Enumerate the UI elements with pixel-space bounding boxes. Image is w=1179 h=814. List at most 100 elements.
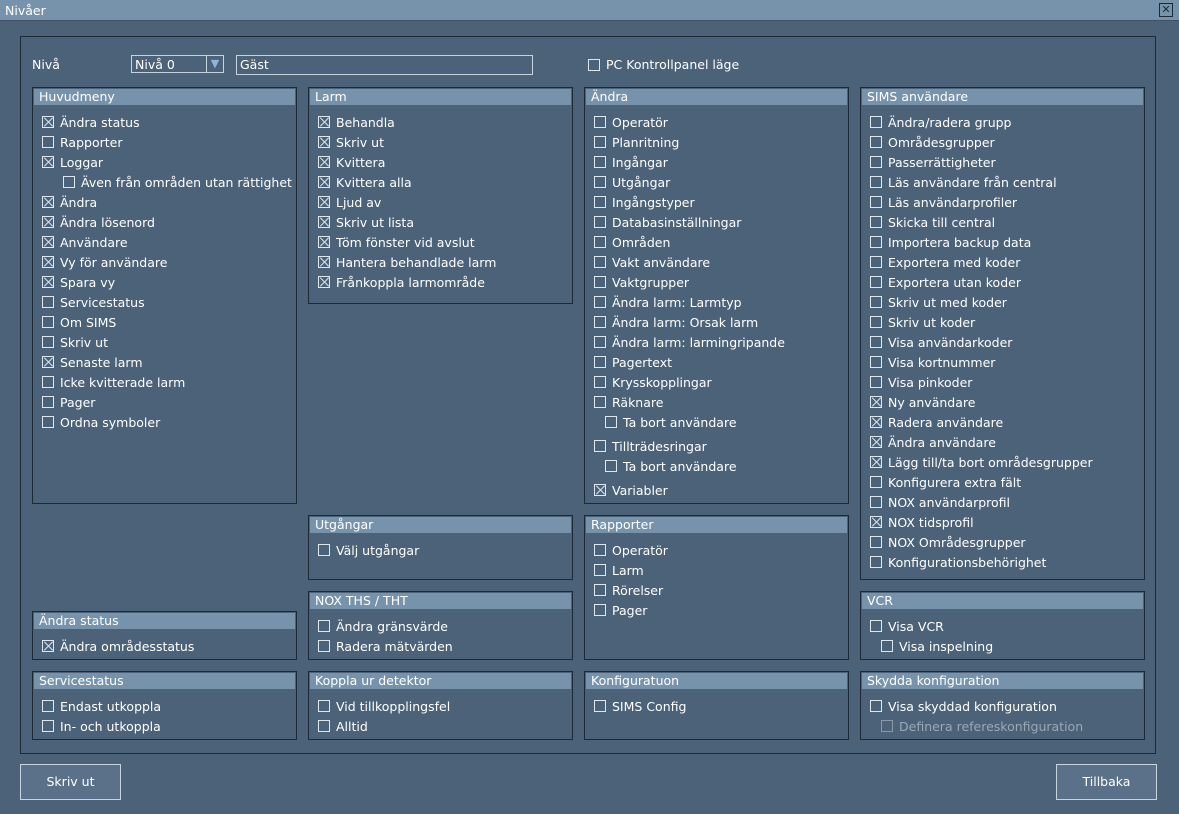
checkbox-item[interactable]: Ändra status [42, 114, 140, 130]
checkbox-icon[interactable] [594, 256, 606, 268]
checkbox-item[interactable]: Passerrättigheter [870, 154, 996, 170]
checkbox-icon[interactable] [870, 156, 882, 168]
checkbox-icon[interactable] [42, 316, 54, 328]
checkbox-item[interactable]: Frånkoppla larmområde [318, 274, 485, 290]
checkbox-item[interactable]: Radera användare [870, 414, 1003, 430]
level-name-input[interactable]: Gäst [236, 55, 533, 75]
checkbox-item[interactable]: Ingångar [594, 154, 668, 170]
checkbox-item[interactable]: Pager [594, 602, 647, 618]
checkbox-icon[interactable] [42, 376, 54, 388]
checkbox-icon[interactable] [870, 236, 882, 248]
checkbox-icon[interactable] [42, 296, 54, 308]
checkbox-icon[interactable] [42, 336, 54, 348]
checkbox-icon[interactable] [870, 700, 882, 712]
checked-box-icon[interactable] [318, 196, 330, 208]
checkbox-item[interactable]: SIMS Config [594, 698, 686, 714]
checkbox-icon[interactable] [594, 176, 606, 188]
checkbox-item[interactable]: Visa inspelning [881, 638, 993, 654]
checkbox-item[interactable]: Vy för användare [42, 254, 167, 270]
checkbox-icon[interactable] [870, 256, 882, 268]
checkbox-item[interactable]: Loggar [42, 154, 103, 170]
checked-box-icon[interactable] [42, 216, 54, 228]
checkbox-item[interactable]: Konfigurera extra fält [870, 474, 1021, 490]
checkbox-item[interactable]: Ändra/radera grupp [870, 114, 1011, 130]
checkbox-item[interactable]: Ingångstyper [594, 194, 695, 210]
checkbox-item[interactable]: Skriv ut [318, 134, 384, 150]
checkbox-item[interactable]: NOX användarprofil [870, 494, 1010, 510]
checkbox-icon[interactable] [605, 416, 617, 428]
checkbox-icon[interactable] [594, 116, 606, 128]
checkbox-item[interactable]: Vid tillkopplingsfel [318, 698, 450, 714]
checkbox-item[interactable]: Skriv ut koder [870, 314, 975, 330]
checkbox-item[interactable]: Rapporter [42, 134, 122, 150]
checkbox-icon[interactable] [870, 376, 882, 388]
checkbox-icon[interactable] [870, 116, 882, 128]
checked-box-icon[interactable] [42, 276, 54, 288]
checkbox-item[interactable]: Planritning [594, 134, 679, 150]
checked-box-icon[interactable] [318, 256, 330, 268]
checkbox-icon[interactable] [870, 316, 882, 328]
checkbox-icon[interactable] [870, 196, 882, 208]
checked-box-icon[interactable] [318, 276, 330, 288]
checked-box-icon[interactable] [42, 156, 54, 168]
checkbox-item[interactable]: Ändra gränsvärde [318, 618, 448, 634]
checked-box-icon[interactable] [870, 436, 882, 448]
checkbox-item[interactable]: Ordna symboler [42, 414, 160, 430]
checkbox-icon[interactable] [870, 336, 882, 348]
checkbox-item[interactable]: Tillträdesringar [594, 438, 707, 454]
chevron-down-icon[interactable]: ▼ [206, 56, 223, 72]
checkbox-item[interactable]: Servicestatus [42, 294, 145, 310]
checkbox-item[interactable]: Visa användarkoder [870, 334, 1012, 350]
checkbox-item[interactable]: Välj utgångar [318, 542, 419, 558]
checkbox-item[interactable]: Definera refereskonfiguration [881, 718, 1083, 734]
checkbox-item[interactable]: Användare [42, 234, 128, 250]
checkbox-icon[interactable] [42, 720, 54, 732]
checkbox-item[interactable]: Skriv ut med koder [870, 294, 1007, 310]
checked-box-icon[interactable] [42, 196, 54, 208]
checkbox-icon[interactable] [594, 296, 606, 308]
checkbox-item[interactable]: Icke kvitterade larm [42, 374, 185, 390]
checkbox-icon[interactable] [870, 276, 882, 288]
checkbox-item[interactable]: Ändra [42, 194, 97, 210]
checkbox-icon[interactable] [594, 564, 606, 576]
checkbox-item[interactable]: Ändra lösenord [42, 214, 155, 230]
pc-mode-checkbox[interactable]: PC Kontrollpanel läge [588, 57, 739, 72]
checkbox-item[interactable]: Ändra larm: Orsak larm [594, 314, 758, 330]
checked-box-icon[interactable] [318, 176, 330, 188]
checkbox-icon[interactable] [594, 156, 606, 168]
checkbox-item[interactable]: Hantera behandlade larm [318, 254, 496, 270]
checkbox-icon[interactable] [870, 216, 882, 228]
checkbox-item[interactable]: Ny användare [870, 394, 975, 410]
checkbox-item[interactable]: Även från områden utan rättighet [63, 174, 292, 190]
checkbox-item[interactable]: Ändra områdesstatus [42, 638, 194, 654]
checked-box-icon[interactable] [870, 456, 882, 468]
checkbox-item[interactable]: Importera backup data [870, 234, 1031, 250]
print-button[interactable]: Skriv ut [20, 764, 121, 800]
checkbox-item[interactable]: Visa pinkoder [870, 374, 972, 390]
checkbox-icon[interactable] [42, 136, 54, 148]
checked-box-icon[interactable] [870, 416, 882, 428]
checkbox-item[interactable]: Lägg till/ta bort områdesgrupper [870, 454, 1093, 470]
checkbox-icon[interactable] [594, 376, 606, 388]
checkbox-icon[interactable] [63, 176, 75, 188]
checkbox-item[interactable]: Visa skyddad konfiguration [870, 698, 1057, 714]
checked-box-icon[interactable] [870, 516, 882, 528]
checkbox-icon[interactable] [870, 176, 882, 188]
checked-box-icon[interactable] [42, 256, 54, 268]
checked-box-icon[interactable] [318, 136, 330, 148]
checkbox-icon[interactable] [594, 336, 606, 348]
checkbox-item[interactable]: Läs användarprofiler [870, 194, 1017, 210]
checkbox-item[interactable]: Exportera utan koder [870, 274, 1021, 290]
checkbox-icon[interactable] [881, 720, 893, 732]
checkbox-icon[interactable] [594, 196, 606, 208]
checkbox-item[interactable]: Vakt användare [594, 254, 710, 270]
checkbox-item[interactable]: Krysskopplingar [594, 374, 712, 390]
checkbox-icon[interactable] [318, 544, 330, 556]
checkbox-icon[interactable] [870, 496, 882, 508]
checkbox-item[interactable]: Visa kortnummer [870, 354, 995, 370]
checkbox-item[interactable]: Kvittera alla [318, 174, 412, 190]
checkbox-item[interactable]: Exportera med koder [870, 254, 1020, 270]
checkbox-icon[interactable] [318, 720, 330, 732]
checkbox-item[interactable]: Områdesgrupper [870, 134, 995, 150]
checkbox-icon[interactable] [594, 584, 606, 596]
